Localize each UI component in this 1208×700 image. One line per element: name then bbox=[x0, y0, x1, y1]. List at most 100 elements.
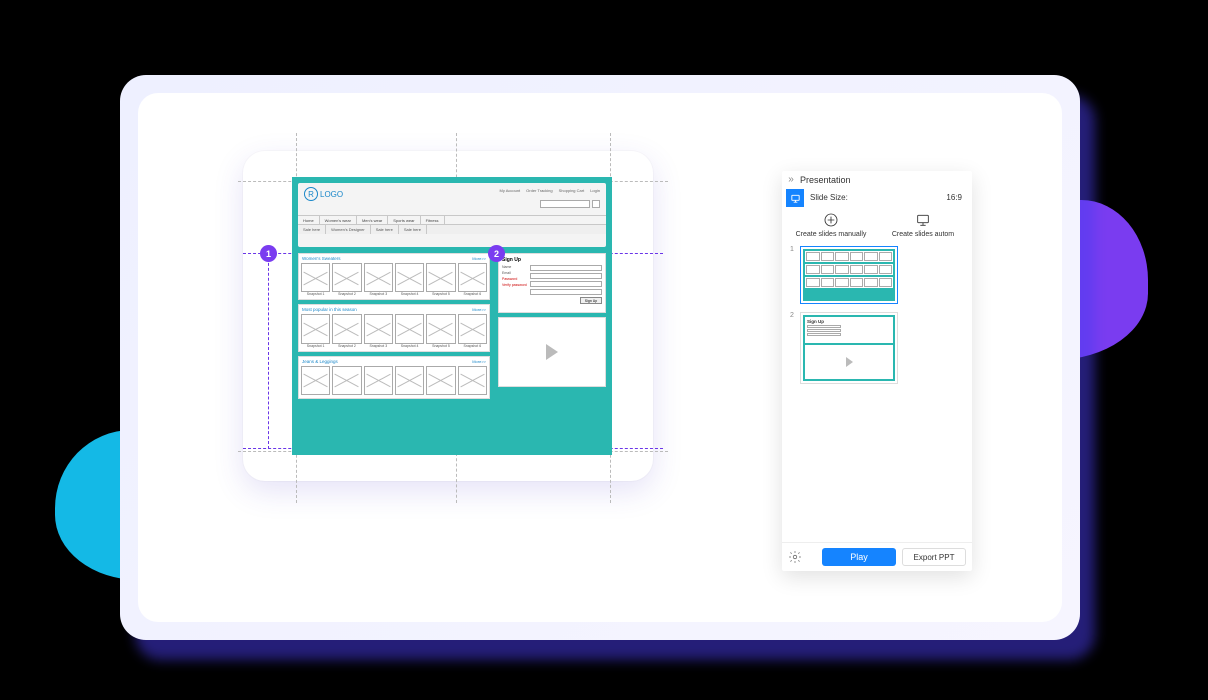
slide-size-label: Slide Size: bbox=[810, 193, 848, 202]
wf-signup-button[interactable]: Sign Up bbox=[580, 297, 602, 304]
wf-nav-item[interactable]: Sale here bbox=[399, 225, 427, 234]
wf-thumb-caption: Snapshot 2 bbox=[332, 292, 361, 296]
wf-top-link[interactable]: Shopping Cart bbox=[559, 188, 585, 193]
app-window-inner: 1 2 R LOGO My Account Order Tracking Sho… bbox=[138, 93, 1062, 622]
wf-top-links: My Account Order Tracking Shopping Cart … bbox=[499, 188, 600, 193]
wf-signup-input[interactable] bbox=[530, 281, 602, 287]
wf-more-link[interactable]: More>> bbox=[472, 359, 486, 364]
wf-signup-box: Sign Up Name Email Password Verify passw… bbox=[498, 253, 606, 313]
wf-signup-input[interactable] bbox=[530, 289, 602, 295]
presentation-panel: » Presentation Slide Size: 16:9 Create s… bbox=[782, 171, 972, 571]
placeholder-image-icon bbox=[458, 263, 487, 292]
slide-item-1[interactable]: 1 bbox=[790, 246, 964, 304]
wf-more-link[interactable]: More>> bbox=[472, 256, 486, 261]
slide-list: 1 2 bbox=[782, 244, 972, 394]
placeholder-image-icon bbox=[332, 263, 361, 292]
wf-thumb-caption: Snapshot 3 bbox=[364, 344, 393, 348]
wf-top-link[interactable]: My Account bbox=[499, 188, 520, 193]
slide-number: 1 bbox=[790, 246, 796, 304]
wf-search-button[interactable] bbox=[592, 200, 600, 208]
wf-thumb-caption: Snapshot 6 bbox=[458, 344, 487, 348]
wf-top-link[interactable]: Login bbox=[590, 188, 600, 193]
action-label: Create slides manually bbox=[796, 231, 867, 238]
wf-section: Jeans & Leggings More>> bbox=[298, 356, 490, 399]
wf-nav-secondary: Sale here Women's Designer Sale here Sal… bbox=[298, 225, 606, 234]
wf-video-box[interactable] bbox=[498, 317, 606, 387]
wf-signup-label: Email bbox=[502, 271, 527, 275]
export-ppt-button[interactable]: Export PPT bbox=[902, 548, 966, 566]
selection-badge-1: 1 bbox=[260, 245, 277, 262]
placeholder-image-icon bbox=[395, 314, 424, 343]
wf-signup-input[interactable] bbox=[530, 265, 602, 271]
wf-thumb-caption: Snapshot 4 bbox=[395, 344, 424, 348]
wf-logo: R LOGO bbox=[304, 187, 343, 201]
wf-nav-item[interactable]: Women's Designer bbox=[326, 225, 371, 234]
plus-circle-icon bbox=[822, 211, 840, 229]
placeholder-image-icon bbox=[301, 263, 330, 292]
wf-section-title: Jeans & Leggings bbox=[299, 357, 489, 366]
wf-signup-input[interactable] bbox=[530, 273, 602, 279]
wf-signup-label: Password bbox=[502, 277, 527, 281]
placeholder-image-icon bbox=[364, 263, 393, 292]
wf-header: R LOGO My Account Order Tracking Shoppin… bbox=[298, 183, 606, 247]
placeholder-image-icon bbox=[426, 263, 455, 292]
wf-thumb-caption: Snapshot 2 bbox=[332, 344, 361, 348]
wf-signup-title: Sign Up bbox=[502, 257, 602, 263]
placeholder-image-icon bbox=[426, 314, 455, 343]
wf-section-title: Women's Sweaters bbox=[299, 254, 489, 263]
wf-section: Most popular in this season More>> Snaps… bbox=[298, 304, 490, 351]
wf-nav-item[interactable]: Fitness bbox=[421, 216, 445, 224]
wf-nav-item[interactable]: Sports wear bbox=[388, 216, 420, 224]
create-slides-manually-button[interactable]: Create slides manually bbox=[790, 211, 872, 238]
wf-more-link[interactable]: More>> bbox=[472, 307, 486, 312]
placeholder-image-icon bbox=[458, 314, 487, 343]
panel-title: Presentation bbox=[800, 171, 851, 185]
placeholder-image-icon bbox=[332, 314, 361, 343]
gear-icon[interactable] bbox=[788, 550, 802, 564]
wf-thumb-caption: Snapshot 1 bbox=[301, 292, 330, 296]
slide-item-2[interactable]: 2 Sign Up bbox=[790, 312, 964, 384]
collapse-icon[interactable]: » bbox=[782, 171, 800, 187]
wf-nav-item[interactable]: Men's wear bbox=[357, 216, 388, 224]
slide-thumbnail[interactable] bbox=[800, 246, 898, 304]
placeholder-image-icon bbox=[301, 366, 330, 395]
selection-badge-2: 2 bbox=[488, 245, 505, 262]
placeholder-image-icon bbox=[395, 263, 424, 292]
wf-logo-text: LOGO bbox=[320, 190, 343, 199]
play-icon bbox=[546, 344, 558, 360]
wf-main-column: Women's Sweaters More>> Snapshot 1 Snaps… bbox=[298, 253, 490, 403]
wf-thumb-caption: Snapshot 4 bbox=[395, 292, 424, 296]
wf-thumb-caption: Snapshot 5 bbox=[426, 344, 455, 348]
auto-slides-icon bbox=[914, 211, 932, 229]
wf-nav-item[interactable]: Sale here bbox=[298, 225, 326, 234]
slide-thumbnail[interactable]: Sign Up bbox=[800, 312, 898, 384]
placeholder-image-icon bbox=[395, 366, 424, 395]
slide-number: 2 bbox=[790, 312, 796, 384]
mini-signup-title: Sign Up bbox=[807, 319, 891, 324]
wf-nav-item[interactable]: Sale here bbox=[371, 225, 399, 234]
wf-thumb-caption: Snapshot 3 bbox=[364, 292, 393, 296]
placeholder-image-icon bbox=[426, 366, 455, 395]
wf-search bbox=[540, 200, 600, 208]
wf-thumb-caption: Snapshot 5 bbox=[426, 292, 455, 296]
placeholder-image-icon bbox=[332, 366, 361, 395]
wf-nav-item[interactable]: Home bbox=[298, 216, 320, 224]
slide-size-value[interactable]: 16:9 bbox=[946, 193, 962, 202]
placeholder-image-icon bbox=[364, 366, 393, 395]
create-slides-auto-button[interactable]: Create slides autom bbox=[882, 211, 964, 238]
registered-icon: R bbox=[304, 187, 318, 201]
wf-side-column: Sign Up Name Email Password Verify passw… bbox=[498, 253, 606, 387]
placeholder-image-icon bbox=[301, 314, 330, 343]
wireframe[interactable]: R LOGO My Account Order Tracking Shoppin… bbox=[292, 177, 612, 455]
slide-size-row: Slide Size: 16:9 bbox=[782, 187, 972, 208]
wf-top-link[interactable]: Order Tracking bbox=[526, 188, 552, 193]
action-label: Create slides autom bbox=[892, 231, 954, 238]
wf-signup-label: Verify password bbox=[502, 283, 527, 287]
wf-nav-item[interactable]: Women's wear bbox=[320, 216, 357, 224]
wf-search-input[interactable] bbox=[540, 200, 590, 208]
wf-section-title: Most popular in this season bbox=[299, 305, 489, 314]
play-button[interactable]: Play bbox=[822, 548, 896, 566]
wf-signup-label: Name bbox=[502, 265, 527, 269]
presentation-tab-icon[interactable] bbox=[786, 189, 804, 207]
wf-thumb-caption: Snapshot 1 bbox=[301, 344, 330, 348]
